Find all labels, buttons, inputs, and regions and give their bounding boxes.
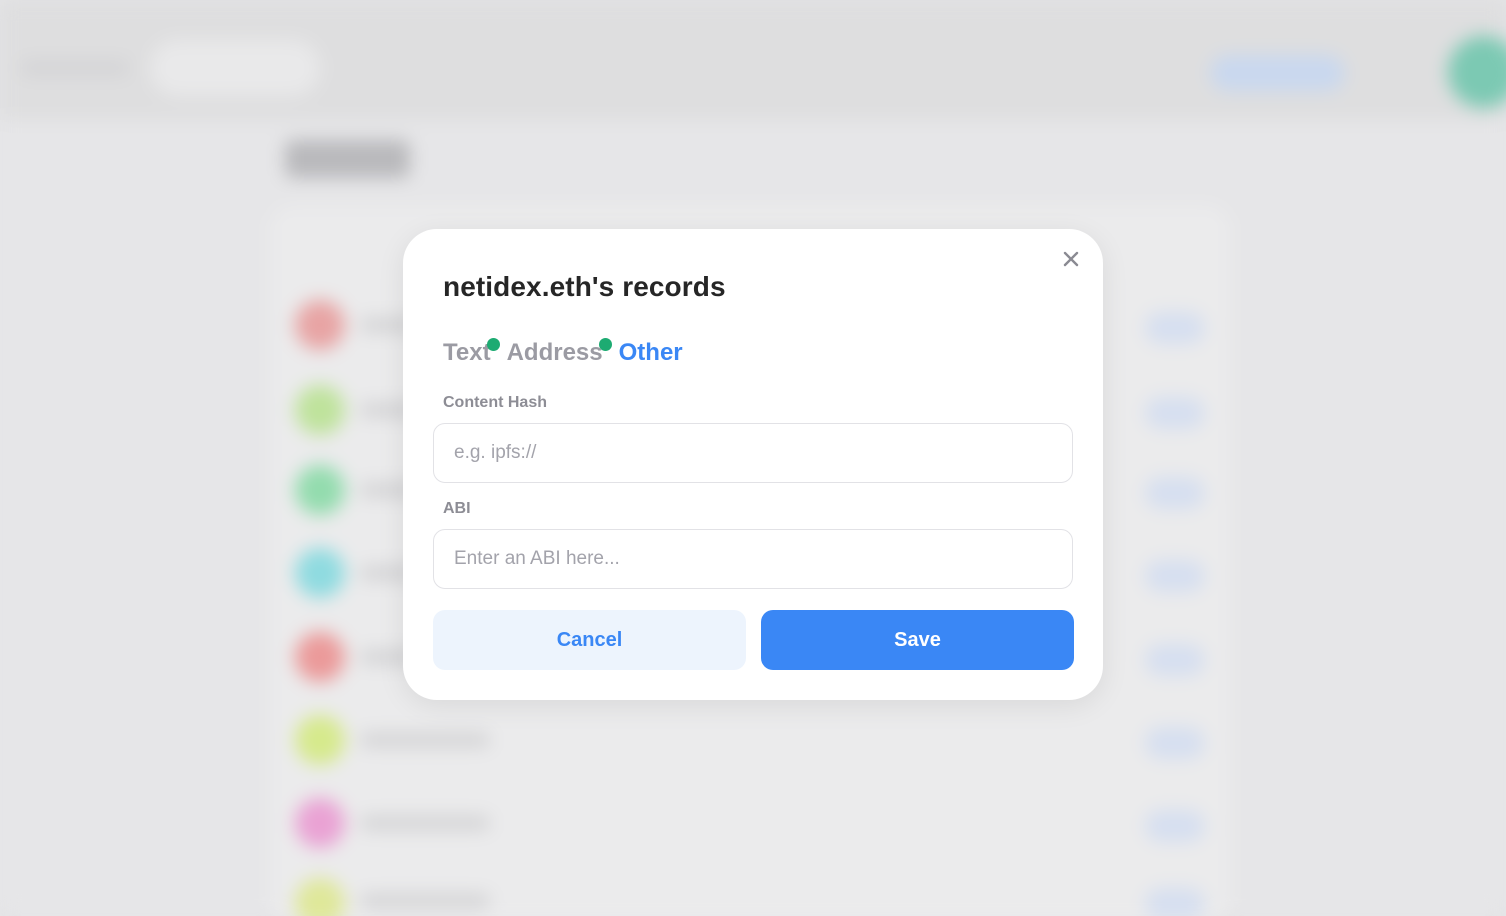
close-button[interactable] xyxy=(1059,247,1083,271)
abi-input[interactable] xyxy=(433,529,1073,589)
cancel-button[interactable]: Cancel xyxy=(433,610,746,670)
background-row-avatar xyxy=(295,632,345,682)
background-row-avatar xyxy=(295,548,345,598)
changes-indicator xyxy=(598,338,612,351)
tab-address[interactable]: Address xyxy=(506,338,612,367)
modal-title: netidex.eth's records xyxy=(443,271,726,302)
background-row-text xyxy=(360,733,490,747)
background-row-button xyxy=(1145,810,1205,842)
close-icon xyxy=(1063,251,1079,267)
tab-label: Other xyxy=(618,339,683,366)
background-row-avatar xyxy=(295,465,345,515)
background-row-avatar xyxy=(295,715,345,765)
content-hash-input[interactable] xyxy=(433,423,1073,483)
record-tabs: Text Address Other xyxy=(443,338,683,367)
tab-other[interactable]: Other xyxy=(619,339,683,367)
background-connect-button xyxy=(1210,55,1345,91)
background-row-button xyxy=(1145,888,1205,916)
background-page-title xyxy=(285,140,410,178)
background-row-button xyxy=(1145,644,1205,676)
background-row-avatar xyxy=(295,300,345,350)
background-row-text xyxy=(360,894,490,908)
background-row-button xyxy=(1145,727,1205,759)
background-row-button xyxy=(1145,397,1205,429)
abi-label: ABI xyxy=(443,500,471,517)
background-row-button xyxy=(1145,312,1205,344)
tab-label: Text xyxy=(443,339,491,366)
content-hash-label: Content Hash xyxy=(443,394,547,411)
records-modal: netidex.eth's records Text Address Other… xyxy=(403,229,1103,700)
background-row-avatar xyxy=(295,385,345,435)
background-row-avatar xyxy=(295,798,345,848)
background-logo xyxy=(20,60,130,76)
background-search xyxy=(150,40,320,96)
save-button[interactable]: Save xyxy=(761,610,1074,670)
background-row-button xyxy=(1145,477,1205,509)
changes-indicator xyxy=(486,338,500,351)
tab-label: Address xyxy=(506,339,603,366)
background-row-text xyxy=(360,816,490,830)
background-row-button xyxy=(1145,560,1205,592)
tab-text[interactable]: Text xyxy=(443,338,500,367)
